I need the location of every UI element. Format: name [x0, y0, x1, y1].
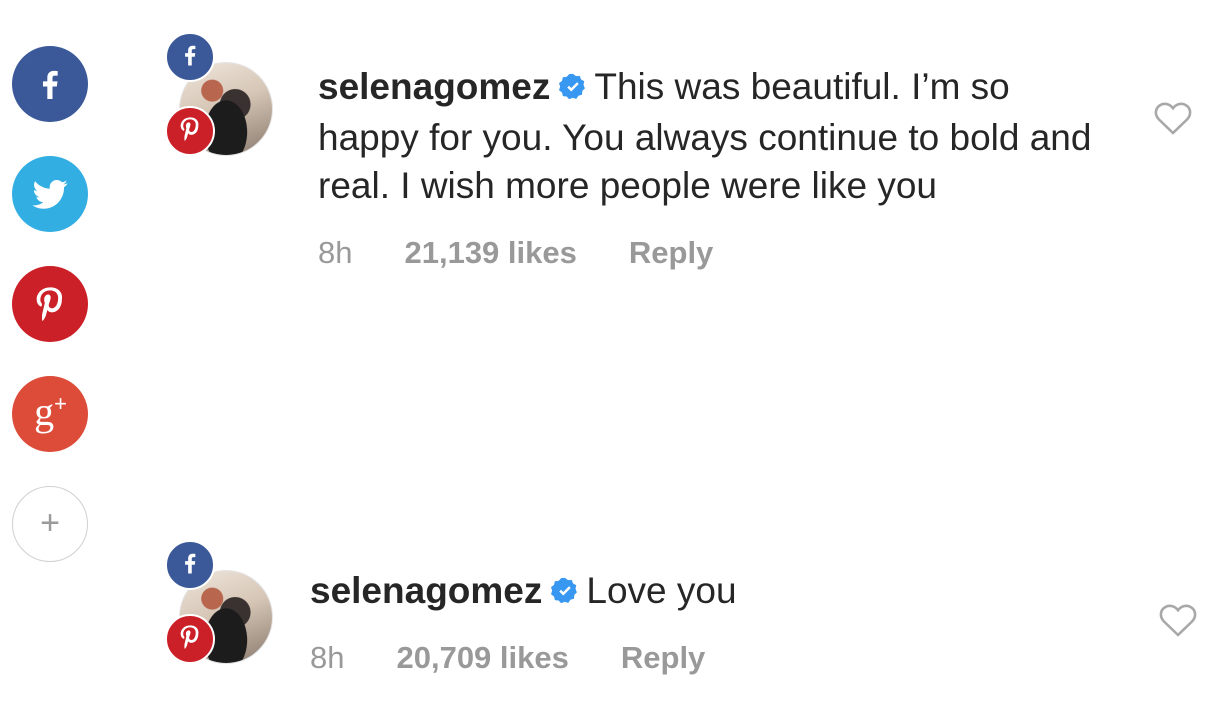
comment-timestamp: 8h	[318, 235, 353, 270]
twitter-share-button[interactable]	[12, 156, 88, 232]
pinterest-badge[interactable]	[165, 106, 215, 156]
google-plus-share-button[interactable]: g+	[12, 376, 88, 452]
comment-text-block: selenagomez This was beautiful. I’m so ha…	[318, 63, 1108, 210]
verified-badge-icon	[550, 570, 580, 618]
facebook-share-button[interactable]	[12, 46, 88, 122]
reply-button[interactable]: Reply	[629, 235, 713, 271]
username-link[interactable]: selenagomez	[318, 66, 550, 107]
likes-count[interactable]: 21,139 likes	[404, 235, 576, 271]
twitter-icon	[29, 173, 71, 215]
like-heart-icon[interactable]	[1153, 100, 1193, 136]
facebook-icon	[176, 549, 204, 582]
reply-button[interactable]: Reply	[621, 640, 705, 676]
comment-meta: 8h 21,139 likes Reply	[318, 235, 1108, 271]
plus-icon: +	[40, 503, 60, 542]
pinterest-icon	[176, 115, 204, 148]
pinterest-badge[interactable]	[165, 614, 215, 664]
likes-count[interactable]: 20,709 likes	[396, 640, 568, 676]
verified-badge-icon	[558, 66, 588, 114]
pinterest-icon	[30, 284, 70, 324]
comment-meta: 8h 20,709 likes Reply	[310, 640, 1100, 676]
pinterest-share-button[interactable]	[12, 266, 88, 342]
page: g+ + selenagomez This was beautiful. I’m …	[0, 0, 1218, 702]
facebook-badge[interactable]	[165, 540, 215, 590]
facebook-badge[interactable]	[165, 32, 215, 82]
comment-body: selenagomez Love you 8h 20,709 likes Repl…	[310, 567, 1100, 676]
more-share-button[interactable]: +	[12, 486, 88, 562]
username-link[interactable]: selenagomez	[310, 570, 542, 611]
comment-body: selenagomez This was beautiful. I’m so ha…	[318, 63, 1108, 271]
avatar-group	[165, 540, 275, 670]
avatar-group	[165, 32, 275, 162]
facebook-icon	[176, 41, 204, 74]
google-plus-icon: g+	[34, 389, 67, 434]
facebook-icon	[30, 64, 70, 104]
pinterest-icon	[176, 623, 204, 656]
comment-timestamp: 8h	[310, 640, 345, 675]
comment-text: Love you	[586, 570, 737, 611]
comment-text-block: selenagomez Love you	[310, 567, 1100, 618]
like-heart-icon[interactable]	[1158, 602, 1198, 638]
